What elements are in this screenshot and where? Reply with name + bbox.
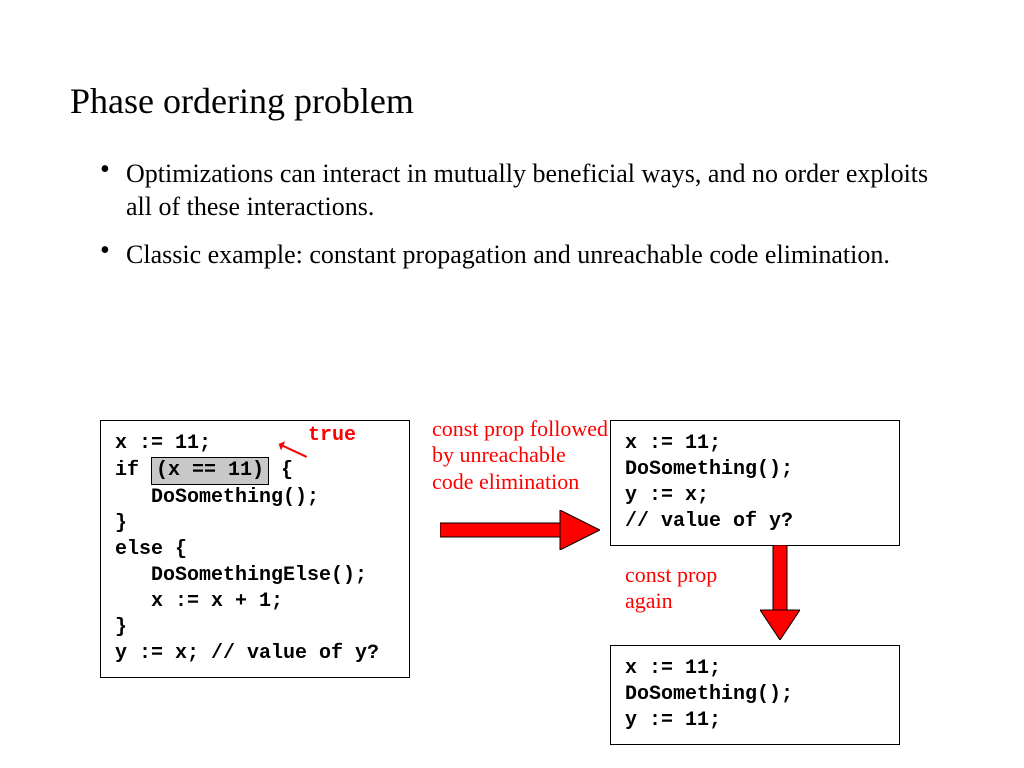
bullet-item: Optimizations can interact in mutually b…: [100, 158, 954, 223]
bullet-item: Classic example: constant propagation an…: [100, 239, 954, 272]
code-line: x := x + 1;: [115, 590, 283, 613]
code-line: y := 11;: [625, 709, 721, 732]
arrow-down-icon: [760, 545, 800, 640]
step2-annotation: const prop again: [625, 562, 745, 615]
code-line: if (x == 11) {: [115, 459, 293, 482]
code-line: }: [115, 512, 127, 535]
code-line: x := 11;: [625, 432, 721, 455]
code-line: y := x; // value of y?: [115, 642, 379, 665]
highlighted-condition: (x == 11): [151, 457, 269, 485]
step1-annotation: const prop followed by unreachable code …: [432, 416, 612, 495]
code-line: DoSomething();: [625, 683, 793, 706]
code-box-after-step2: x := 11; DoSomething(); y := 11;: [610, 645, 900, 745]
code-line: DoSomething();: [625, 458, 793, 481]
slide-title: Phase ordering problem: [70, 80, 954, 122]
code-line: DoSomethingElse();: [115, 564, 367, 587]
code-line: x := 11;: [115, 432, 211, 455]
code-line: y := x;: [625, 484, 709, 507]
code-line: // value of y?: [625, 510, 793, 533]
code-box-after-step1: x := 11; DoSomething(); y := x; // value…: [610, 420, 900, 546]
code-line: else {: [115, 538, 187, 561]
code-line: x := 11;: [625, 657, 721, 680]
code-box-original: x := 11; if (x == 11) { DoSomething(); }…: [100, 420, 410, 678]
arrow-right-icon: [440, 510, 600, 550]
code-line: DoSomething();: [115, 486, 319, 509]
slide: Phase ordering problem Optimizations can…: [0, 0, 1024, 768]
true-annotation: true: [308, 424, 356, 448]
code-line: }: [115, 616, 127, 639]
bullet-list: Optimizations can interact in mutually b…: [70, 158, 954, 272]
